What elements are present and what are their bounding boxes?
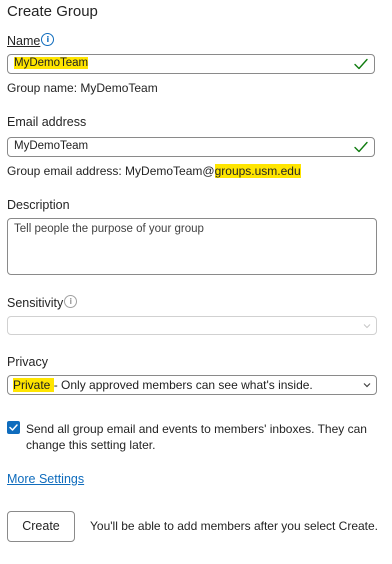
chevron-down-icon [363,324,371,329]
create-button[interactable]: Create [7,511,75,542]
privacy-value-highlight: Private [13,378,54,392]
chevron-down-icon [363,383,371,388]
info-icon[interactable]: i [64,295,78,308]
email-input[interactable]: MyDemoTeam [7,137,375,157]
sensitivity-label: Sensitivity i [7,295,78,310]
description-placeholder: Tell people the purpose of your group [14,223,204,235]
checkmark-icon [9,424,18,431]
name-input-value: MyDemoTeam [14,57,89,69]
email-input-value: MyDemoTeam [14,140,89,152]
email-helper-prefix: Group email address: MyDemoTeam@ [7,164,215,178]
info-icon[interactable]: i [41,33,55,46]
send-email-checkbox-label[interactable]: Send all group email and events to membe… [26,421,376,453]
send-email-checkbox[interactable] [7,421,20,434]
name-label: Name i [7,33,55,48]
name-input[interactable]: MyDemoTeam [7,54,375,74]
checkmark-icon [354,58,368,70]
description-textarea[interactable]: Tell people the purpose of your group [7,218,377,275]
more-settings-link[interactable]: More Settings [7,472,84,486]
sensitivity-label-text: Sensitivity [7,296,64,310]
email-helper-text: Group email address: MyDemoTeam@groups.u… [7,164,301,178]
privacy-value-rest: - Only approved members can see what's i… [53,378,313,392]
name-helper-text: Group name: MyDemoTeam [7,81,158,95]
privacy-select-value: Private - Only approved members can see … [13,378,313,392]
checkmark-icon [354,141,368,153]
page-title: Create Group [7,3,98,20]
description-label: Description [7,198,70,212]
email-helper-domain: groups.usm.edu [214,164,301,178]
name-label-text: Name [7,34,41,48]
create-note: You'll be able to add members after you … [90,519,379,533]
privacy-label: Privacy [7,355,48,369]
privacy-select[interactable]: Private - Only approved members can see … [7,375,377,395]
sensitivity-select [7,316,377,335]
email-label: Email address [7,115,87,129]
